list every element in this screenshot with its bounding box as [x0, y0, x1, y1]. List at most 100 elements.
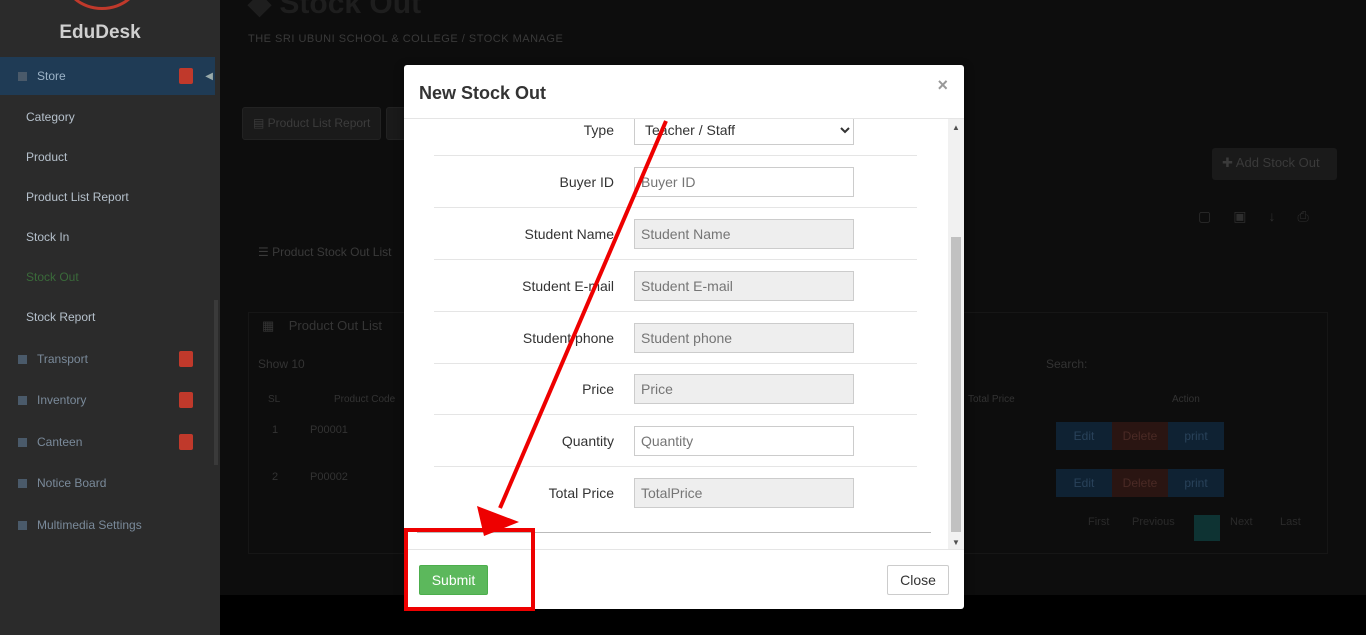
pager-first[interactable]: First — [1088, 516, 1109, 528]
page-title-text: Stock Out — [279, 0, 422, 20]
scroll-up-arrow-icon[interactable]: ▲ — [952, 123, 960, 132]
canteen-badge — [179, 434, 193, 450]
quantity-label: Quantity — [561, 433, 614, 449]
sidebar-sub-product-list-report[interactable]: Product List Report — [26, 190, 129, 204]
student-email-input[interactable] — [634, 271, 854, 301]
row-actions: Edit Delete print — [1056, 422, 1224, 450]
modal-body: Type Teacher / Staff Buyer ID Student Na… — [404, 119, 964, 549]
canteen-icon — [18, 437, 27, 447]
delete-button[interactable]: Delete — [1112, 469, 1168, 497]
modal-header: New Stock Out × — [404, 65, 964, 119]
sidebar-item-label: Canteen — [37, 435, 83, 449]
sidebar-sub-stock-out[interactable]: Stock Out — [26, 270, 79, 284]
list-label-text: Product Stock Out List — [272, 245, 392, 259]
modal-title: New Stock Out — [419, 83, 547, 103]
student-name-label: Student Name — [524, 226, 615, 242]
student-phone-label: Student phone — [522, 330, 614, 346]
sidebar-sub-category[interactable]: Category — [26, 110, 75, 124]
student-name-input[interactable] — [634, 219, 854, 249]
modal-scrollbar[interactable]: ▲ ▼ — [948, 119, 964, 549]
price-input[interactable] — [634, 374, 854, 404]
row-code: P00001 — [310, 424, 348, 436]
quantity-input[interactable] — [634, 426, 854, 456]
column-header-sl[interactable]: SL — [268, 394, 280, 405]
field-row-quantity: Quantity — [434, 415, 917, 467]
total-price-label: Total Price — [548, 485, 614, 501]
pager-previous[interactable]: Previous — [1132, 516, 1175, 528]
delete-button[interactable]: Delete — [1112, 422, 1168, 450]
inventory-badge — [179, 392, 193, 408]
page-subtitle: THE SRI UBUNI SCHOOL & COLLEGE / STOCK M… — [248, 33, 564, 45]
multimedia-icon — [18, 520, 27, 530]
scroll-down-arrow-icon[interactable]: ▼ — [952, 538, 960, 547]
edit-button[interactable]: Edit — [1056, 469, 1112, 497]
buyer-id-label: Buyer ID — [559, 174, 614, 190]
field-row-student-name: Student Name — [434, 208, 917, 260]
pager-next[interactable]: Next — [1230, 516, 1253, 528]
logo — [62, 0, 142, 10]
total-price-input[interactable] — [634, 478, 854, 508]
inventory-icon — [18, 395, 27, 405]
sidebar-item-store[interactable]: Store ◀ — [0, 57, 215, 95]
sidebar-sub-product[interactable]: Product — [26, 150, 67, 164]
sidebar-item-inventory[interactable]: Inventory — [0, 381, 215, 419]
print-button[interactable]: print — [1168, 422, 1224, 450]
store-icon — [18, 71, 27, 81]
table-tool-icons[interactable]: ▢▣↓⎙ — [1198, 208, 1331, 225]
close-icon[interactable]: × — [937, 75, 948, 96]
panel-title: ▦ Product Out List — [262, 318, 382, 333]
pager-last[interactable]: Last — [1280, 516, 1301, 528]
sidebar-scrollbar[interactable] — [214, 300, 218, 465]
student-email-label: Student E-mail — [522, 278, 614, 294]
search-label: Search: — [1046, 357, 1088, 371]
row-actions: Edit Delete print — [1056, 469, 1224, 497]
sidebar-sub-stock-report[interactable]: Stock Report — [26, 310, 95, 324]
field-row-type: Type Teacher / Staff — [434, 119, 917, 156]
sidebar-item-label: Notice Board — [37, 476, 107, 490]
row-sl: 1 — [272, 424, 279, 436]
show-label: Show — [258, 357, 289, 371]
page-title: ◆ Stock Out — [248, 0, 421, 21]
list-label: ☰ Product Stock Out List — [258, 245, 392, 259]
notice-board-icon — [18, 478, 27, 488]
sidebar-item-transport[interactable]: Transport — [0, 340, 215, 378]
transport-icon — [18, 354, 27, 364]
price-label: Price — [582, 381, 614, 397]
field-row-total-price: Total Price — [434, 467, 917, 519]
print-button[interactable]: print — [1168, 469, 1224, 497]
column-header-product-code[interactable]: Product Code — [334, 394, 395, 405]
close-button[interactable]: Close — [887, 565, 949, 595]
panel-title-text: Product Out List — [288, 318, 382, 333]
show-entries[interactable]: Show 10 — [258, 357, 305, 371]
edit-button[interactable]: Edit — [1056, 422, 1112, 450]
scrollbar-thumb[interactable] — [951, 237, 961, 532]
product-list-report-button[interactable]: ▤ Product List Report — [242, 107, 382, 140]
store-badge — [179, 68, 193, 84]
sidebar-item-multimedia-settings[interactable]: Multimedia Settings — [0, 506, 215, 544]
sidebar-item-label: Store — [37, 69, 66, 83]
field-row-student-phone: Student phone — [434, 312, 917, 364]
type-label: Type — [583, 122, 614, 138]
row-sl: 2 — [272, 471, 279, 483]
sidebar: EduDesk Store ◀ Category Product Product… — [0, 0, 220, 635]
sidebar-item-label: Transport — [37, 352, 88, 366]
pager-current[interactable] — [1194, 515, 1220, 541]
show-value[interactable]: 10 — [291, 357, 304, 371]
type-select[interactable]: Teacher / Staff — [634, 119, 854, 145]
transport-badge — [179, 351, 193, 367]
sidebar-item-notice-board[interactable]: Notice Board — [0, 464, 215, 502]
student-phone-input[interactable] — [634, 323, 854, 353]
button-label: Product List Report — [267, 116, 371, 130]
sidebar-item-label: Inventory — [37, 393, 87, 407]
field-row-student-email: Student E-mail — [434, 260, 917, 312]
sidebar-item-label: Multimedia Settings — [37, 518, 142, 532]
sidebar-item-canteen[interactable]: Canteen — [0, 423, 215, 461]
field-row-buyer-id: Buyer ID — [434, 156, 917, 208]
button-label: Add Stock Out — [1235, 155, 1320, 170]
add-stock-out-button[interactable]: ✚ Add Stock Out — [1212, 148, 1337, 180]
buyer-id-input[interactable] — [634, 167, 854, 197]
sidebar-sub-stock-in[interactable]: Stock In — [26, 230, 69, 244]
brand-name: EduDesk — [59, 22, 141, 43]
column-header-total-price[interactable]: Total Price — [968, 394, 1015, 405]
row-code: P00002 — [310, 471, 348, 483]
